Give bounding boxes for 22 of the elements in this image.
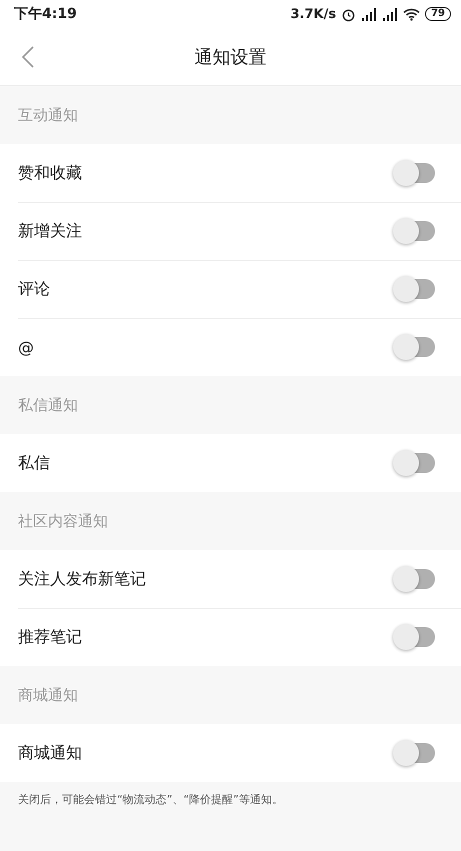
section-title: 商城通知 (18, 686, 78, 704)
status-time: 下午4:19 (14, 5, 77, 23)
back-icon[interactable] (22, 46, 34, 68)
alarm-icon (341, 6, 356, 22)
setting-label: 赞和收藏 (18, 162, 82, 184)
footnote: 关闭后，可能会错过“物流动态”、“降价提醒”等通知。 (18, 793, 283, 806)
section-title: 互动通知 (18, 106, 78, 124)
setting-label: 关注人发布新笔记 (18, 568, 146, 590)
page-title: 通知设置 (194, 46, 266, 68)
signal-icon (382, 8, 398, 20)
setting-label: 推荐笔记 (18, 626, 82, 648)
battery-level: 79 (425, 7, 451, 21)
wifi-icon (403, 8, 420, 20)
setting-label: 评论 (18, 278, 50, 300)
setting-label: 私信 (18, 452, 50, 474)
setting-label: 商城通知 (18, 742, 82, 764)
signal-icon (361, 8, 378, 20)
section-title: 社区内容通知 (18, 512, 108, 530)
setting-label: 新增关注 (18, 220, 82, 242)
section-title: 私信通知 (18, 396, 78, 414)
setting-label: @ (18, 338, 34, 356)
network-speed: 3.7K/s (290, 6, 336, 22)
